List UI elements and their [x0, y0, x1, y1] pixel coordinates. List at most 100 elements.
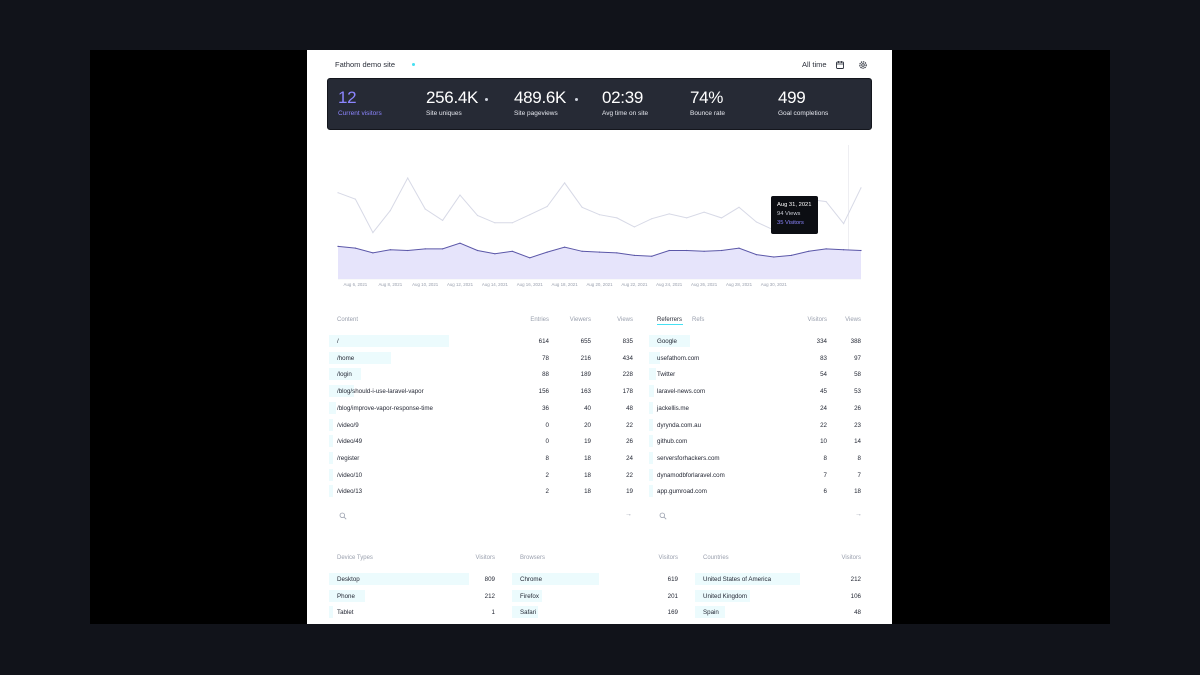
- views-point: [668, 213, 670, 215]
- table-row[interactable]: github.com 10 14: [649, 435, 864, 448]
- entries-header[interactable]: Entries: [519, 317, 549, 323]
- visitors-point: [703, 250, 705, 252]
- item-name[interactable]: Spain: [703, 609, 719, 616]
- country-visitors-header[interactable]: Visitors: [831, 555, 861, 561]
- page-path[interactable]: /video/9: [337, 422, 359, 429]
- views-header[interactable]: Views: [603, 317, 633, 323]
- list-item[interactable]: Phone 212: [329, 589, 499, 602]
- stat-avg-time[interactable]: 02:39 Avg time on site: [602, 89, 649, 118]
- device-visitors-header[interactable]: Visitors: [465, 555, 495, 561]
- referrer-name[interactable]: serversforhackers.com: [657, 455, 720, 462]
- site-selector[interactable]: Fathom demo site: [335, 60, 395, 69]
- date-range-selector[interactable]: All time: [802, 60, 827, 69]
- stat-bounce-rate[interactable]: 74% Bounce rate: [690, 89, 725, 118]
- views-value: 48: [626, 404, 633, 412]
- views-value: 53: [854, 388, 861, 396]
- referrer-name[interactable]: jackellis.me: [657, 405, 689, 412]
- referrer-name[interactable]: github.com: [657, 438, 687, 445]
- search-icon[interactable]: [659, 512, 667, 520]
- item-name[interactable]: Tablet: [337, 609, 354, 616]
- search-icon[interactable]: [339, 512, 347, 520]
- page-path[interactable]: /home: [337, 355, 354, 362]
- calendar-icon[interactable]: [835, 60, 845, 70]
- table-row[interactable]: Twitter 54 58: [649, 368, 864, 381]
- item-name[interactable]: Phone: [337, 593, 355, 600]
- table-row[interactable]: /blog/should-i-use-laravel-vapor 156 163 17…: [329, 385, 637, 398]
- stat-site-uniques[interactable]: 256.4K Site uniques: [426, 89, 488, 117]
- visitors-point: [581, 250, 583, 252]
- table-row[interactable]: /blog/improve-vapor-response-time 36 40 48: [329, 401, 637, 414]
- list-item[interactable]: United Kingdom 106: [695, 589, 865, 602]
- table-row[interactable]: /video/9 0 20 22: [329, 418, 637, 431]
- tooltip-date: Aug 31, 2021: [777, 202, 812, 208]
- page-path[interactable]: /video/13: [337, 488, 362, 495]
- table-row[interactable]: /video/13 2 18 19: [329, 485, 637, 498]
- ref-views-header[interactable]: Views: [831, 317, 861, 323]
- referrer-name[interactable]: dyrynda.com.au: [657, 422, 701, 429]
- item-name[interactable]: Firefox: [520, 593, 539, 600]
- list-item[interactable]: Tablet 1: [329, 606, 499, 619]
- table-row[interactable]: Google 334 388: [649, 335, 864, 347]
- ref-visitors-header[interactable]: Visitors: [797, 317, 827, 323]
- page-path[interactable]: /blog/improve-vapor-response-time: [337, 405, 433, 412]
- item-name[interactable]: United Kingdom: [703, 593, 747, 600]
- item-name[interactable]: Safari: [520, 609, 536, 616]
- table-row[interactable]: jackellis.me 24 26: [649, 401, 864, 414]
- list-item[interactable]: Safari 169: [512, 606, 682, 619]
- arrow-right-icon[interactable]: →: [855, 511, 862, 518]
- list-item[interactable]: Chrome 619: [512, 573, 682, 585]
- browser-visitors-header[interactable]: Visitors: [648, 555, 678, 561]
- page-path[interactable]: /: [337, 338, 339, 345]
- entries-value: 0: [545, 421, 549, 429]
- tab-referrers[interactable]: Referrers: [657, 317, 682, 323]
- page-path[interactable]: /video/49: [337, 438, 362, 445]
- gear-icon[interactable]: [858, 60, 868, 70]
- table-row[interactable]: /video/49 0 19 26: [329, 435, 637, 448]
- arrow-right-icon[interactable]: →: [625, 511, 632, 518]
- table-row[interactable]: /home 78 216 434: [329, 351, 637, 364]
- page-path[interactable]: /video/10: [337, 472, 362, 479]
- table-row[interactable]: /video/10 2 18 22: [329, 468, 637, 481]
- table-row[interactable]: dyrynda.com.au 22 23: [649, 418, 864, 431]
- tab-refs[interactable]: Refs: [692, 317, 704, 323]
- row-share-bar: [329, 435, 333, 448]
- item-name[interactable]: Desktop: [337, 576, 360, 583]
- entries-value: 2: [545, 471, 549, 479]
- list-item[interactable]: United States of America 212: [695, 573, 865, 585]
- table-row[interactable]: laravel-news.com 45 53: [649, 385, 864, 398]
- row-share-bar: [649, 485, 653, 498]
- list-item[interactable]: Desktop 809: [329, 573, 499, 585]
- table-row[interactable]: usefathom.com 83 97: [649, 351, 864, 364]
- content-header: Content: [337, 317, 359, 323]
- referrer-name[interactable]: dynamodbforlaravel.com: [657, 472, 725, 479]
- stat-label: Avg time on site: [602, 110, 649, 117]
- referrer-name[interactable]: usefathom.com: [657, 355, 699, 362]
- table-row[interactable]: /register 8 18 24: [329, 451, 637, 464]
- item-name[interactable]: United States of America: [703, 576, 771, 583]
- referrer-name[interactable]: laravel-news.com: [657, 388, 705, 395]
- table-row[interactable]: / 614 655 835: [329, 335, 637, 347]
- list-item[interactable]: Spain 48: [695, 606, 865, 619]
- views-value: 434: [622, 354, 633, 362]
- list-item[interactable]: Firefox 201: [512, 589, 682, 602]
- table-row[interactable]: /login 88 189 228: [329, 368, 637, 381]
- table-row[interactable]: dynamodbforlaravel.com 7 7: [649, 468, 864, 481]
- stat-site-pageviews[interactable]: 489.6K Site pageviews: [514, 89, 578, 117]
- referrer-name[interactable]: app.gumroad.com: [657, 488, 707, 495]
- item-name[interactable]: Chrome: [520, 576, 542, 583]
- views-point: [459, 194, 461, 196]
- page-path[interactable]: /register: [337, 455, 359, 462]
- viewers-header[interactable]: Viewers: [561, 317, 591, 323]
- views-point: [407, 177, 409, 179]
- page-path[interactable]: /login: [337, 371, 352, 378]
- views-point: [529, 214, 531, 216]
- table-row[interactable]: serversforhackers.com 8 8: [649, 451, 864, 464]
- referrer-name[interactable]: Google: [657, 338, 677, 345]
- stat-goal-completions[interactable]: 499 Goal completions: [778, 89, 828, 118]
- stat-label: Site uniques: [426, 110, 462, 117]
- visitors-point: [686, 249, 688, 252]
- referrer-name[interactable]: Twitter: [657, 371, 675, 378]
- page-path[interactable]: /blog/should-i-use-laravel-vapor: [337, 388, 424, 395]
- stat-current-visitors[interactable]: 12 Current visitors: [338, 89, 382, 118]
- table-row[interactable]: app.gumroad.com 6 18: [649, 485, 864, 498]
